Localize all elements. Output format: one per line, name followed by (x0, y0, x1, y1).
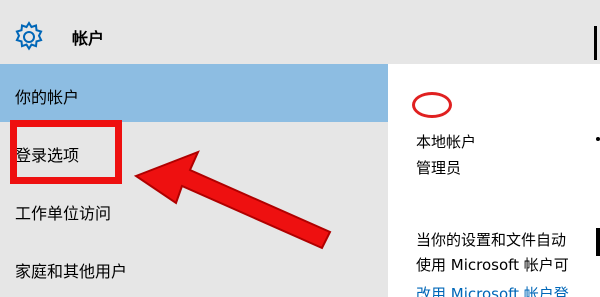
sidebar-item-work-access[interactable]: 工作单位访问 (0, 180, 388, 238)
description-line-1: 当你的设置和文件自动 (416, 231, 567, 249)
avatar (412, 92, 452, 118)
sidebar-item-your-account[interactable]: 你的帐户 (0, 64, 388, 122)
sidebar-item-label: 家庭和其他用户 (15, 262, 128, 281)
page-title: 帐户 (72, 29, 105, 48)
switch-to-microsoft-account-link[interactable]: 改用 Microsoft 帐户登 (416, 283, 569, 297)
bullet-dot (596, 137, 600, 141)
account-type: 本地帐户 (416, 133, 477, 151)
annotation-highlight-box (10, 120, 122, 184)
sidebar-item-label: 工作单位访问 (15, 204, 112, 223)
sidebar-item-label: 你的帐户 (15, 88, 80, 107)
description-line-2: 使用 Microsoft 帐户可 (416, 256, 569, 274)
settings-header: 帐户 (0, 0, 600, 64)
scroll-edge (596, 228, 600, 256)
sidebar-item-family-other-users[interactable]: 家庭和其他用户 (0, 238, 388, 296)
scroll-edge (594, 26, 597, 60)
account-role: 管理员 (416, 159, 462, 177)
gear-icon[interactable] (12, 20, 46, 54)
